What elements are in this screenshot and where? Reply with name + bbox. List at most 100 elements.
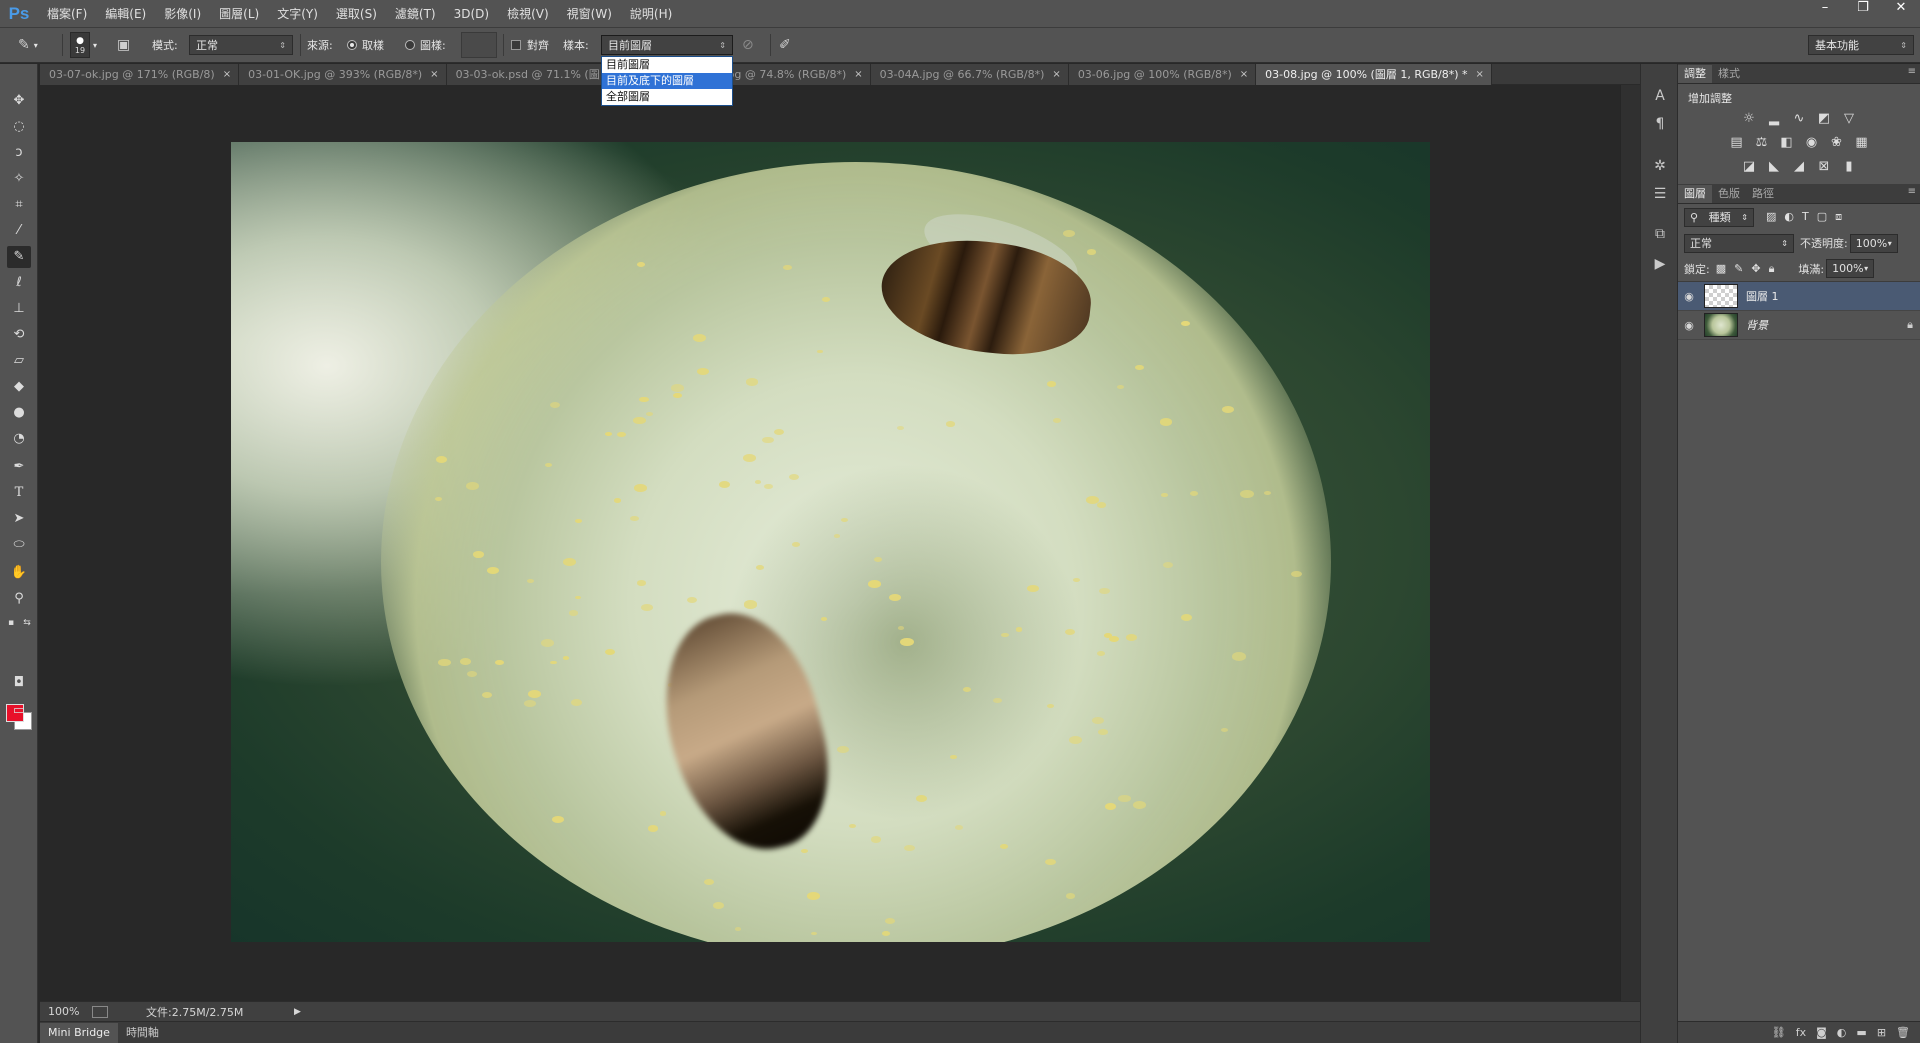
lock-transparent-icon[interactable]: ▩ [1716, 262, 1726, 276]
menu-type[interactable]: 文字(Y) [268, 5, 327, 22]
lasso-tool-icon[interactable]: ↄ [7, 142, 31, 164]
paragraph-panel-icon[interactable]: ¶ [1650, 114, 1670, 134]
brightness-contrast-icon[interactable]: ☼ [1741, 112, 1757, 126]
opacity-field[interactable]: 100% ▾ [1849, 233, 1898, 253]
close-icon[interactable]: × [1476, 64, 1484, 85]
threshold-icon[interactable]: ◢ [1791, 160, 1807, 174]
new-group-icon[interactable]: ▬ [1856, 1026, 1866, 1039]
workspace-select[interactable]: 基本功能 ⇕ [1808, 35, 1914, 55]
marquee-tool-icon[interactable]: ◌ [7, 116, 31, 138]
aligned-checkbox[interactable]: 對齊 [511, 28, 549, 62]
tool-preset-picker[interactable]: ✎ ▾ [18, 28, 38, 62]
channel-mixer-icon[interactable]: ❀ [1829, 136, 1845, 150]
sample-option-all-layers[interactable]: 全部圖層 [602, 89, 732, 105]
vertical-scrollbar[interactable] [1620, 85, 1640, 1001]
eraser-tool-icon[interactable]: ▱ [7, 350, 31, 372]
menu-3d[interactable]: 3D(D) [445, 7, 498, 21]
tab-channels[interactable]: 色版 [1712, 185, 1746, 203]
close-icon[interactable]: × [430, 64, 438, 85]
close-button[interactable]: ✕ [1882, 0, 1920, 18]
menu-view[interactable]: 檢視(V) [498, 5, 558, 22]
brush-picker[interactable]: ● 19 ▾ [70, 28, 97, 62]
lock-image-icon[interactable]: ✎ [1734, 262, 1743, 276]
panel-menu-icon[interactable]: ≡ [1908, 186, 1916, 197]
color-lookup-icon[interactable]: ▦ [1854, 136, 1870, 150]
color-balance-icon[interactable]: ⚖ [1754, 136, 1770, 150]
doc-tab[interactable]: 03-01-OK.jpg @ 393% (RGB/8*) × [239, 64, 447, 85]
document-image[interactable] [231, 142, 1430, 942]
menu-edit[interactable]: 編輯(E) [96, 5, 155, 22]
move-tool-icon[interactable]: ✥ [7, 90, 31, 112]
selective-color-icon[interactable]: ⊠ [1816, 160, 1832, 174]
default-colors-icon[interactable]: ▪ [4, 616, 18, 630]
doc-tab-active[interactable]: 03-08.jpg @ 100% (圖層 1, RGB/8*) * × [1256, 64, 1492, 85]
minimize-button[interactable]: – [1806, 0, 1844, 18]
sample-option-current-and-below[interactable]: 目前及底下的圖層 [602, 73, 732, 89]
document-info-icon[interactable] [92, 1005, 108, 1018]
dodge-tool-icon[interactable]: ◔ [7, 428, 31, 450]
tab-timeline[interactable]: 時間軸 [118, 1023, 167, 1043]
filter-shape-icon[interactable]: ▢ [1817, 210, 1827, 224]
black-white-icon[interactable]: ◧ [1779, 136, 1795, 150]
status-menu-arrow-icon[interactable]: ▶ [294, 1007, 301, 1017]
photo-filter-icon[interactable]: ◉ [1804, 136, 1820, 150]
quick-mask-icon[interactable]: ◘ [7, 672, 31, 694]
healing-brush-tool-icon[interactable]: ✎ [7, 246, 31, 268]
lock-position-icon[interactable]: ✥ [1751, 262, 1760, 276]
filter-type-icon[interactable]: T [1802, 210, 1809, 224]
filter-adjustment-icon[interactable]: ◐ [1784, 210, 1794, 224]
tab-layers[interactable]: 圖層 [1678, 185, 1712, 203]
sample-option-current-layer[interactable]: 目前圖層 [602, 57, 732, 73]
close-icon[interactable]: × [854, 64, 862, 85]
pen-tool-icon[interactable]: ✒ [7, 456, 31, 478]
add-mask-icon[interactable]: ◙ [1816, 1026, 1827, 1039]
close-icon[interactable]: × [1240, 64, 1248, 85]
levels-icon[interactable]: ▂ [1766, 112, 1782, 126]
brush-settings-icon[interactable]: ✲ [1650, 156, 1670, 176]
menu-select[interactable]: 選取(S) [327, 5, 386, 22]
layer-filter-select[interactable]: ⚲ 種類 ⇕ [1684, 207, 1754, 227]
paint-bucket-tool-icon[interactable]: ◆ [7, 376, 31, 398]
eye-icon[interactable]: ◉ [1678, 290, 1700, 303]
menu-file[interactable]: 檔案(F) [38, 5, 96, 22]
toggle-clone-source-panel[interactable]: ▣ [117, 28, 130, 62]
actions-play-icon[interactable]: ▶ [1650, 254, 1670, 274]
source-pattern-radio[interactable]: 圖樣: [405, 28, 446, 62]
close-icon[interactable]: × [1052, 64, 1060, 85]
vibrance-icon[interactable]: ▽ [1841, 112, 1857, 126]
layer-row[interactable]: ◉ 圖層 1 [1678, 282, 1920, 311]
lock-all-icon[interactable]: 🔒︎ [1769, 262, 1775, 276]
blend-mode-select[interactable]: 正常 ⇕ [1684, 233, 1794, 253]
exposure-icon[interactable]: ◩ [1816, 112, 1832, 126]
fill-field[interactable]: 100% ▾ [1826, 259, 1875, 278]
swap-colors-icon[interactable]: ⇆ [20, 616, 34, 630]
hue-saturation-icon[interactable]: ▤ [1729, 136, 1745, 150]
menu-help[interactable]: 說明(H) [621, 5, 681, 22]
zoom-level[interactable]: 100% [48, 1005, 88, 1018]
invert-icon[interactable]: ◪ [1741, 160, 1757, 174]
menu-filter[interactable]: 濾鏡(T) [386, 5, 445, 22]
tab-styles[interactable]: 樣式 [1712, 65, 1746, 83]
pattern-picker[interactable] [461, 32, 497, 58]
brush-presets-icon[interactable]: ☰ [1650, 184, 1670, 204]
menu-image[interactable]: 影像(I) [155, 5, 210, 22]
new-layer-icon[interactable]: ⊞ [1877, 1026, 1886, 1039]
eye-icon[interactable]: ◉ [1678, 319, 1700, 332]
filter-pixel-icon[interactable]: ▨ [1766, 210, 1776, 224]
doc-tab[interactable]: 03-04A.jpg @ 66.7% (RGB/8*) × [870, 64, 1069, 85]
mode-select[interactable]: 正常 ⇕ [189, 35, 293, 55]
type-tool-icon[interactable]: T [7, 482, 31, 504]
clone-source-icon[interactable]: ⧉ [1650, 224, 1670, 244]
delete-layer-icon[interactable]: 🗑︎ [1896, 1026, 1910, 1039]
doc-tab[interactable]: 03-07-ok.jpg @ 171% (RGB/8) × [40, 64, 240, 85]
tab-adjustments[interactable]: 調整 [1678, 65, 1712, 83]
panel-menu-icon[interactable]: ≡ [1908, 66, 1916, 77]
doc-tab[interactable]: 03-03-ok.psd @ 71.1% (圖 [446, 64, 608, 85]
tab-paths[interactable]: 路徑 [1746, 185, 1780, 203]
clone-stamp-tool-icon[interactable]: ⊥ [7, 298, 31, 320]
ellipse-tool-icon[interactable]: ⬭ [7, 534, 31, 556]
path-selection-tool-icon[interactable]: ➤ [7, 508, 31, 530]
gradient-map-icon[interactable]: ▮ [1841, 160, 1857, 174]
pressure-size-button[interactable]: ✐ [779, 28, 791, 62]
eyedropper-tool-icon[interactable]: ⁄ [7, 220, 31, 242]
